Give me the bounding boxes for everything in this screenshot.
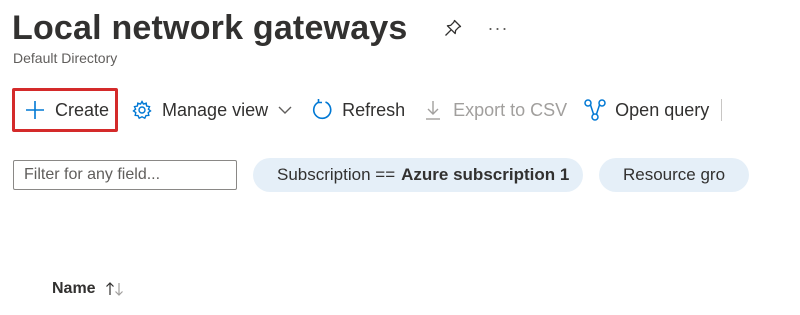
toolbar-divider [721, 99, 723, 121]
export-csv-button[interactable]: Export to CSV [413, 90, 575, 130]
resource-group-filter-label: Resource gro [623, 165, 726, 184]
export-csv-label: Export to CSV [453, 99, 568, 120]
column-header-label: Name [52, 280, 96, 297]
refresh-icon [310, 98, 334, 122]
more-icon[interactable]: ··· [488, 17, 509, 39]
refresh-label: Refresh [342, 99, 406, 120]
subscription-filter-value: Azure subscription 1 [401, 165, 570, 184]
create-label: Create [55, 99, 110, 120]
command-bar: Create Manage view Refresh Export to CSV… [12, 88, 723, 132]
resource-group-filter-pill[interactable]: Resource gro [599, 158, 750, 192]
chevron-down-icon [276, 98, 294, 122]
query-icon [583, 98, 607, 122]
column-header-name[interactable]: Name [52, 280, 126, 298]
pin-icon[interactable] [442, 17, 464, 39]
filter-row: Subscription == Azure subscription 1 Res… [13, 158, 750, 192]
open-query-button[interactable]: Open query [575, 90, 717, 130]
download-icon [421, 98, 445, 122]
title-row: Local network gateways ··· [12, 8, 509, 48]
manage-view-button[interactable]: Manage view [122, 90, 302, 130]
subscription-filter-pill[interactable]: Subscription == Azure subscription 1 [253, 158, 583, 192]
page: Local network gateways ··· Default Direc… [0, 0, 800, 315]
plus-icon [23, 98, 47, 122]
page-title: Local network gateways [12, 9, 408, 47]
filter-input[interactable] [13, 160, 237, 190]
page-subtitle: Default Directory [13, 50, 118, 66]
gear-icon [130, 98, 154, 122]
open-query-label: Open query [615, 99, 710, 120]
create-button[interactable]: Create [12, 88, 119, 132]
manage-view-label: Manage view [162, 99, 269, 120]
refresh-button[interactable]: Refresh [302, 90, 413, 130]
subscription-filter-prefix: Subscription == [277, 165, 396, 184]
sort-arrows-icon[interactable] [104, 280, 126, 298]
